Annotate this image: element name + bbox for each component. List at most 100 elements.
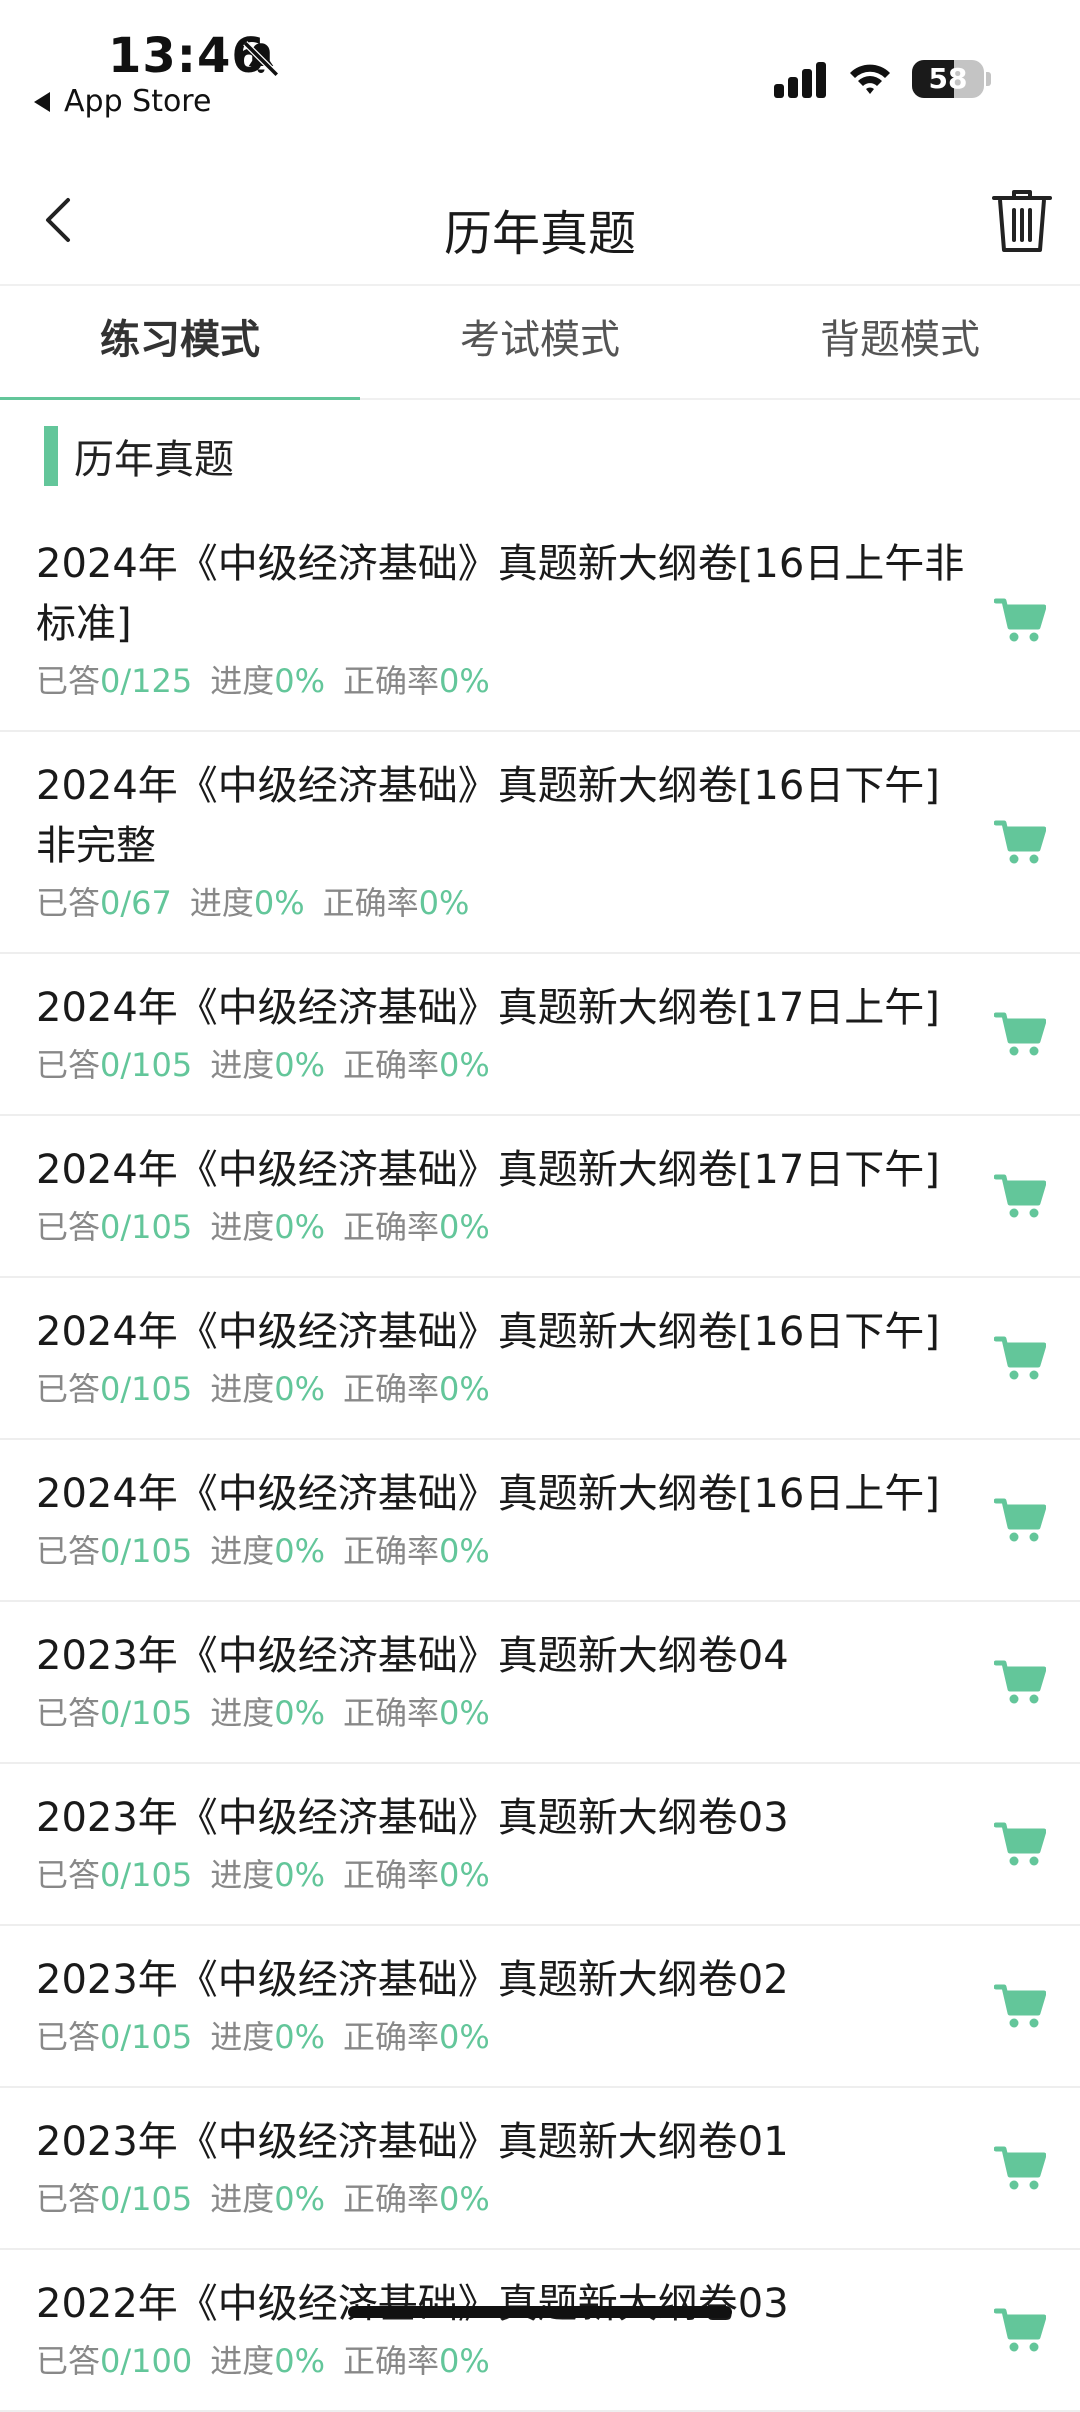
exam-list-item[interactable]: 2024年《中级经济基础》真题新大纲卷[16日上午非标准] 已答0/125 进度0%… <box>0 510 1080 732</box>
answered-value: 0/105 <box>100 2018 193 2056</box>
wifi-icon <box>850 64 890 94</box>
exam-list-item[interactable]: 2024年《中级经济基础》真题新大纲卷[16日下午]非完整 已答0/67 进度0% 正… <box>0 732 1080 954</box>
exam-title: 2024年《中级经济基础》真题新大纲卷[17日下午] <box>36 1147 940 1193</box>
progress-value: 0% <box>274 2018 326 2056</box>
exam-title: 2023年《中级经济基础》真题新大纲卷03 <box>36 1795 789 1841</box>
home-indicator <box>348 2306 732 2318</box>
exam-list-item[interactable]: 2023年《中级经济基础》真题新大纲卷01 已答0/105 进度0% 正确率0% <box>0 2088 1080 2250</box>
accuracy-value: 0% <box>439 1370 490 1408</box>
answered-label: 已答 <box>36 884 101 922</box>
cart-icon[interactable] <box>994 1335 1046 1381</box>
answered-value: 0/105 <box>100 1856 193 1894</box>
battery-level: 58 <box>928 62 968 95</box>
accuracy-label: 正确率 <box>343 1370 440 1408</box>
exam-stats: 已答0/105 进度0% 正确率0% <box>36 1852 970 1898</box>
accuracy-label: 正确率 <box>343 1208 440 1246</box>
section-accent-bar <box>44 426 58 486</box>
exam-list-item[interactable]: 2024年《中级经济基础》真题新大纲卷[17日上午] 已答0/105 进度0% 正确率… <box>0 954 1080 1116</box>
exam-stats: 已答0/105 进度0% 正确率0% <box>36 2176 970 2222</box>
accuracy-value: 0% <box>439 1208 490 1246</box>
tab-practice-mode[interactable]: 练习模式 <box>0 286 360 400</box>
exam-list-item[interactable]: 2024年《中级经济基础》真题新大纲卷[16日上午] 已答0/105 进度0% 正确率… <box>0 1440 1080 1602</box>
exam-title: 2022年《中级经济基础》真题新大纲卷03 <box>36 2281 789 2327</box>
progress-label: 进度 <box>210 1856 275 1894</box>
progress-value: 0% <box>274 2180 326 2218</box>
answered-value: 0/105 <box>100 2180 193 2218</box>
cart-icon[interactable] <box>994 1173 1046 1219</box>
cart-icon[interactable] <box>994 1011 1046 1057</box>
exam-title: 2023年《中级经济基础》真题新大纲卷01 <box>36 2119 789 2165</box>
exam-stats: 已答0/100 进度0% 正确率0% <box>36 2338 970 2384</box>
status-bar: 13:46 App Store 58 <box>0 0 1080 130</box>
accuracy-value: 0% <box>439 662 490 700</box>
accuracy-value: 0% <box>439 2342 490 2380</box>
exam-list-item[interactable]: 2024年《中级经济基础》真题新大纲卷[17日下午] 已答0/105 进度0% 正确率… <box>0 1116 1080 1278</box>
progress-value: 0% <box>274 1370 326 1408</box>
accuracy-label: 正确率 <box>343 2342 440 2380</box>
exam-list-item[interactable]: 2024年《中级经济基础》真题新大纲卷[16日下午] 已答0/105 进度0% 正确率… <box>0 1278 1080 1440</box>
exam-title: 2024年《中级经济基础》真题新大纲卷[16日上午] <box>36 1471 940 1517</box>
answered-label: 已答 <box>36 1370 101 1408</box>
exam-stats: 已答0/105 进度0% 正确率0% <box>36 2014 970 2060</box>
cart-icon[interactable] <box>994 1983 1046 2029</box>
cart-icon[interactable] <box>994 1497 1046 1543</box>
bell-muted-icon <box>243 41 279 77</box>
cart-icon[interactable] <box>994 1821 1046 1867</box>
exam-stats: 已答0/105 进度0% 正确率0% <box>36 1690 970 1736</box>
accuracy-value: 0% <box>439 2180 490 2218</box>
tab-exam-mode[interactable]: 考试模式 <box>360 286 720 398</box>
answered-label: 已答 <box>36 2180 101 2218</box>
exam-list: 2024年《中级经济基础》真题新大纲卷[16日上午非标准] 已答0/125 进度0%… <box>0 510 1080 2412</box>
accuracy-value: 0% <box>418 884 470 922</box>
answered-label: 已答 <box>36 2342 101 2380</box>
accuracy-value: 0% <box>439 1532 490 1570</box>
exam-list-item[interactable]: 2023年《中级经济基础》真题新大纲卷03 已答0/105 进度0% 正确率0% <box>0 1764 1080 1926</box>
accuracy-label: 正确率 <box>322 884 419 922</box>
progress-label: 进度 <box>210 2018 275 2056</box>
progress-label: 进度 <box>210 2342 275 2380</box>
exam-stats: 已答0/105 进度0% 正确率0% <box>36 1528 970 1574</box>
exam-list-item[interactable]: 2022年《中级经济基础》真题新大纲卷03 已答0/100 进度0% 正确率0% <box>0 2250 1080 2412</box>
progress-value: 0% <box>274 1532 326 1570</box>
battery-nub <box>986 72 991 86</box>
accuracy-label: 正确率 <box>343 1532 440 1570</box>
progress-label: 进度 <box>210 2180 275 2218</box>
cart-icon[interactable] <box>994 1659 1046 1705</box>
progress-value: 0% <box>274 1694 326 1732</box>
answered-value: 0/67 <box>100 884 172 922</box>
accuracy-label: 正确率 <box>343 2180 440 2218</box>
back-to-app-store[interactable]: App Store <box>34 84 211 119</box>
exam-title: 2024年《中级经济基础》真题新大纲卷[17日上午] <box>36 985 940 1031</box>
progress-value: 0% <box>274 2342 326 2380</box>
answered-label: 已答 <box>36 1208 101 1246</box>
tab-memorize-mode[interactable]: 背题模式 <box>720 286 1080 398</box>
answered-label: 已答 <box>36 1856 101 1894</box>
accuracy-value: 0% <box>439 2018 490 2056</box>
progress-label: 进度 <box>210 662 275 700</box>
trash-icon[interactable] <box>990 186 1054 256</box>
exam-stats: 已答0/125 进度0% 正确率0% <box>36 658 970 704</box>
progress-label: 进度 <box>210 1370 275 1408</box>
progress-value: 0% <box>253 884 305 922</box>
exam-list-item[interactable]: 2023年《中级经济基础》真题新大纲卷02 已答0/105 进度0% 正确率0% <box>0 1926 1080 2088</box>
accuracy-label: 正确率 <box>343 1856 440 1894</box>
progress-label: 进度 <box>210 1694 275 1732</box>
cart-icon[interactable] <box>994 597 1046 643</box>
accuracy-label: 正确率 <box>343 1694 440 1732</box>
section-header: 历年真题 <box>44 426 234 486</box>
mode-tabs: 练习模式 考试模式 背题模式 <box>0 286 1080 400</box>
exam-list-item[interactable]: 2023年《中级经济基础》真题新大纲卷04 已答0/105 进度0% 正确率0% <box>0 1602 1080 1764</box>
answered-label: 已答 <box>36 662 101 700</box>
cart-icon[interactable] <box>994 2307 1046 2353</box>
exam-stats: 已答0/105 进度0% 正确率0% <box>36 1042 970 1088</box>
answered-value: 0/100 <box>100 2342 193 2380</box>
accuracy-label: 正确率 <box>343 1046 440 1084</box>
exam-stats: 已答0/67 进度0% 正确率0% <box>36 880 970 926</box>
section-title: 历年真题 <box>74 437 234 483</box>
exam-title: 2024年《中级经济基础》真题新大纲卷[16日下午] <box>36 1309 940 1355</box>
cart-icon[interactable] <box>994 819 1046 865</box>
answered-label: 已答 <box>36 2018 101 2056</box>
progress-label: 进度 <box>210 1208 275 1246</box>
cart-icon[interactable] <box>994 2145 1046 2191</box>
answered-label: 已答 <box>36 1694 101 1732</box>
